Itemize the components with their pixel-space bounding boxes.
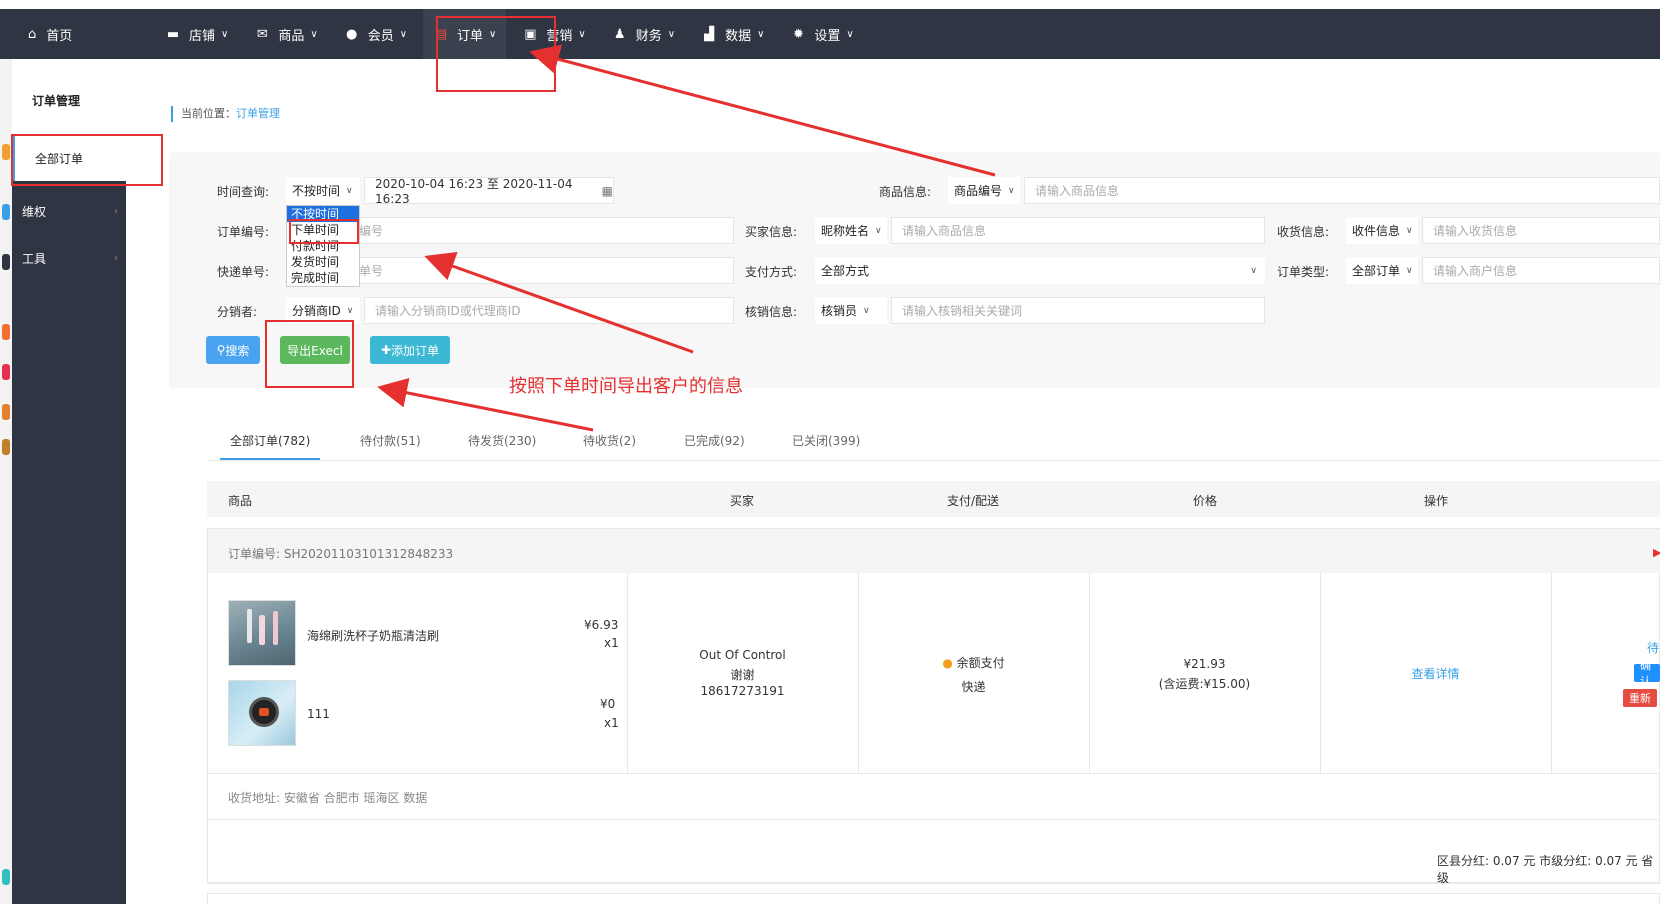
arrow-to-order-menu (529, 44, 996, 177)
arrow-to-order-time (424, 251, 694, 354)
arrow-to-export (377, 377, 594, 432)
annotation-arrows (377, 44, 996, 432)
